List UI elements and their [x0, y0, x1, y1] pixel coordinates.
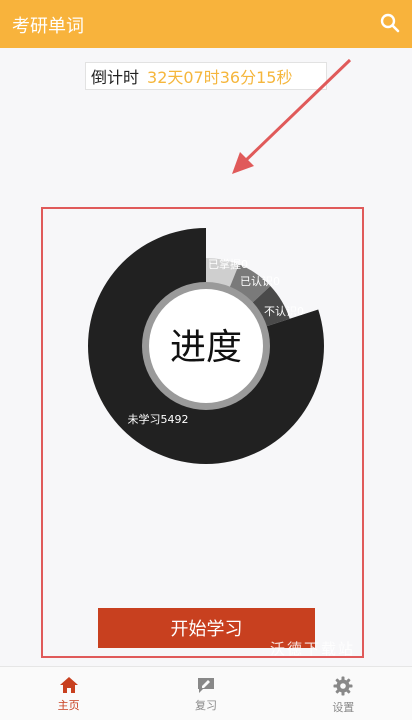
- center-label: 进度: [170, 327, 242, 368]
- gear-icon: [333, 676, 353, 696]
- slice-label-2: 不认识0: [264, 305, 304, 318]
- home-icon: [59, 677, 78, 693]
- bottom-nav: 主页 复习 设置: [0, 666, 412, 720]
- watermark: 沃德下载站: [270, 640, 356, 658]
- progress-donut-chart: 进度 已掌握0 已认识0 不认识0 未学习5492: [88, 228, 324, 464]
- slice-label-0: 已掌握0: [208, 257, 248, 271]
- nav-label-home: 主页: [57, 699, 80, 712]
- slice-label-3: 未学习5492: [128, 412, 189, 426]
- review-icon: [197, 678, 214, 693]
- nav-label-review: 复习: [194, 699, 217, 712]
- nav-item-review[interactable]: 复习: [137, 667, 274, 720]
- nav-item-settings[interactable]: 设置: [275, 667, 412, 720]
- nav-label-settings: 设置: [332, 701, 355, 714]
- slice-label-1: 已认识0: [240, 275, 280, 288]
- nav-item-home[interactable]: 主页: [0, 667, 137, 720]
